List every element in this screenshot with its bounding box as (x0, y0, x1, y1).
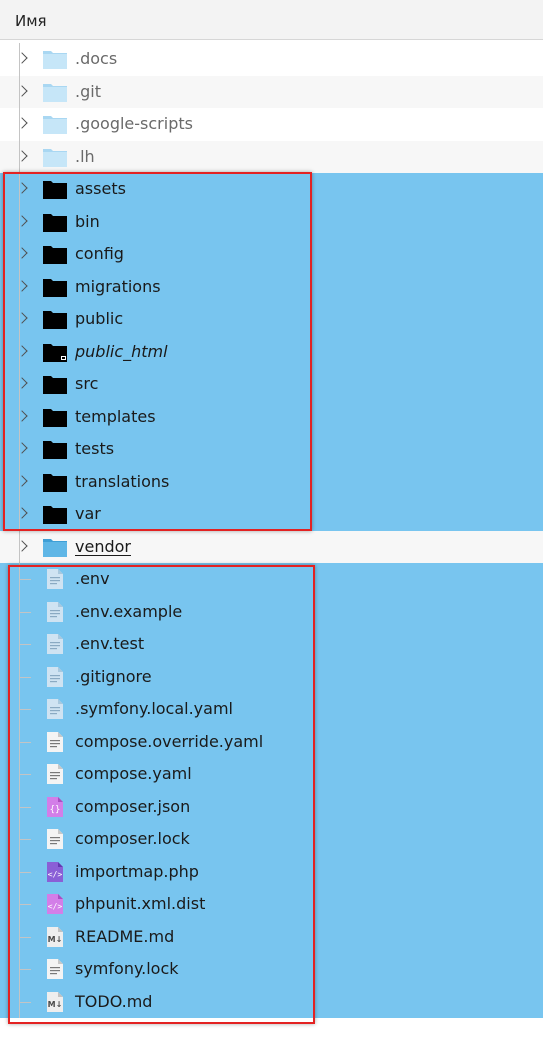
folder-light-icon (42, 113, 68, 135)
annotation-box-folders (3, 172, 312, 531)
folder-row[interactable]: vendor (0, 530, 543, 563)
folder-name: .lh (75, 146, 95, 166)
folder-row[interactable]: .docs (0, 43, 543, 76)
folder-name: vendor (75, 536, 131, 556)
folder-name: .google-scripts (75, 114, 193, 133)
folder-light-icon (42, 48, 68, 70)
folder-row[interactable]: .lh (0, 140, 543, 173)
folder-name: .docs (75, 49, 118, 68)
folder-name: .git (75, 81, 101, 101)
folder-light-icon (42, 81, 68, 103)
folder-light-icon (42, 146, 68, 168)
folder-blue-icon (42, 536, 68, 558)
column-header[interactable]: Имя (0, 0, 543, 40)
folder-row[interactable]: .google-scripts (0, 108, 543, 141)
folder-row[interactable]: .git (0, 75, 543, 108)
column-header-name: Имя (15, 12, 47, 30)
annotation-box-files (8, 565, 315, 1024)
